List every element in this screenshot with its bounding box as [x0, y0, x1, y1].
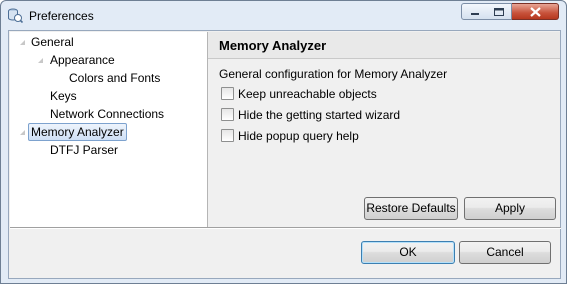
dialog-client-area: General Appearance Colors and Fonts Keys…: [8, 30, 561, 279]
tree-item-label: DTFJ Parser: [50, 143, 119, 157]
tree-item-label: Keys: [50, 89, 77, 103]
checkbox-label: Hide popup query help: [238, 129, 359, 143]
tree-item-label: General: [31, 35, 74, 49]
checkbox-label: Hide the getting started wizard: [238, 108, 401, 122]
maximize-button[interactable]: [486, 3, 512, 20]
maximize-icon: [494, 8, 504, 16]
page-description: General configuration for Memory Analyze…: [219, 67, 448, 81]
page-header: Memory Analyzer: [208, 32, 560, 59]
tree-item-label: Colors and Fonts: [69, 71, 161, 85]
checkbox-label: Keep unreachable objects: [238, 87, 377, 101]
close-icon: [530, 7, 541, 17]
expand-arrow-icon[interactable]: [18, 128, 27, 137]
apply-button[interactable]: Apply: [464, 197, 556, 220]
tree-item-label: Appearance: [50, 53, 115, 67]
title-bar[interactable]: Preferences: [1, 1, 566, 30]
page-title: Memory Analyzer: [219, 38, 327, 53]
keep-unreachable-objects-checkbox[interactable]: [221, 87, 234, 100]
ok-button[interactable]: OK: [361, 241, 455, 264]
preferences-window: Preferences General Appearance Colors an…: [0, 0, 567, 284]
close-button[interactable]: [512, 3, 559, 20]
cancel-button[interactable]: Cancel: [459, 241, 551, 264]
expand-arrow-icon[interactable]: [18, 38, 27, 47]
expand-arrow-icon[interactable]: [36, 56, 45, 65]
divider: [10, 228, 561, 229]
hide-popup-query-help-checkbox[interactable]: [221, 129, 234, 142]
preferences-icon: [7, 7, 24, 24]
restore-defaults-button[interactable]: Restore Defaults: [364, 197, 458, 220]
minimize-button[interactable]: [461, 3, 487, 20]
minimize-icon: [471, 13, 479, 15]
hide-getting-started-wizard-checkbox[interactable]: [221, 108, 234, 121]
window-title: Preferences: [29, 9, 94, 23]
tree-item-label: Network Connections: [50, 107, 165, 121]
tree-item-label: Memory Analyzer: [28, 123, 127, 141]
preference-tree[interactable]: General Appearance Colors and Fonts Keys…: [10, 32, 208, 227]
